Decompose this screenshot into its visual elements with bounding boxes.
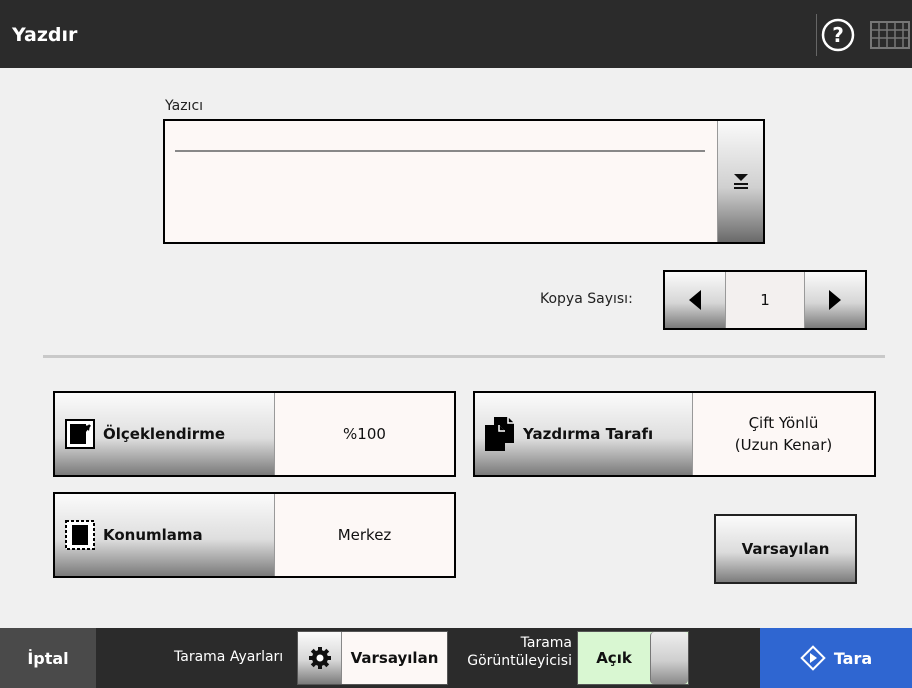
scan-viewer-label-line2: Görüntüleyicisi: [467, 653, 572, 669]
scaling-value: %100: [343, 425, 386, 443]
scan-viewer-label-line1: Tarama: [520, 635, 572, 651]
keyboard-button[interactable]: [868, 14, 912, 56]
scan-viewer-toggle[interactable]: Açık: [577, 631, 689, 685]
scan-settings-button[interactable]: Varsayılan: [297, 631, 448, 685]
scaling-icon: [65, 419, 95, 449]
copies-decrement-button[interactable]: [665, 272, 725, 328]
keyboard-icon: [870, 21, 910, 49]
scan-settings-label: Tarama Ayarları: [174, 649, 284, 665]
printer-dropdown-button[interactable]: [717, 121, 763, 242]
scaling-setting[interactable]: Ölçeklendirme %100: [53, 391, 456, 477]
cancel-button[interactable]: İptal: [0, 628, 96, 688]
printer-selected-item[interactable]: [175, 150, 705, 152]
copies-stepper[interactable]: 1: [663, 270, 867, 330]
printer-label: Yazıcı: [165, 98, 204, 114]
page-title: Yazdır: [12, 24, 78, 46]
positioning-value: Merkez: [337, 526, 392, 544]
print-side-value: Çift Yönlü (Uzun Kenar): [693, 393, 874, 475]
help-button[interactable]: ?: [816, 14, 858, 56]
positioning-icon: [65, 520, 95, 550]
list-dropdown-icon: [733, 173, 748, 189]
svg-text:?: ?: [832, 23, 844, 47]
title-bar: Yazdır ?: [0, 0, 912, 68]
scan-button-label: Tara: [833, 648, 873, 668]
positioning-button[interactable]: Konumlama: [55, 494, 275, 576]
print-side-button[interactable]: Yazdırma Tarafı: [475, 393, 693, 475]
positioning-label: Konumlama: [103, 526, 203, 544]
print-side-value-line1: Çift Yönlü: [748, 414, 819, 432]
help-icon: ?: [821, 18, 854, 52]
scan-viewer-label: Tarama Görüntüleyicisi: [458, 634, 572, 670]
scan-button[interactable]: Tara: [760, 628, 912, 688]
scaling-label: Ölçeklendirme: [103, 425, 226, 443]
scan-viewer-value: Açık: [596, 649, 632, 667]
scan-settings-value: Varsayılan: [350, 649, 439, 667]
default-settings-button[interactable]: Varsayılan: [714, 514, 857, 584]
scaling-button[interactable]: Ölçeklendirme: [55, 393, 275, 475]
printer-select[interactable]: [163, 119, 765, 244]
arrow-left-icon: [689, 290, 701, 310]
print-side-label: Yazdırma Tarafı: [523, 425, 654, 443]
arrow-right-icon: [829, 290, 841, 310]
duplex-pages-icon: [485, 417, 514, 451]
toggle-knob[interactable]: [650, 632, 688, 684]
section-divider: [43, 355, 885, 358]
scan-start-icon: [800, 645, 826, 671]
copies-label: Kopya Sayısı:: [540, 291, 633, 307]
footer-bar: İptal Tarama Ayarları Varsayılan Tarama …: [0, 628, 912, 688]
copies-increment-button[interactable]: [805, 272, 865, 328]
copies-value: 1: [725, 272, 805, 328]
gear-icon: [308, 647, 331, 669]
positioning-setting[interactable]: Konumlama Merkez: [53, 492, 456, 578]
print-side-value-line2: (Uzun Kenar): [734, 436, 833, 454]
print-side-setting[interactable]: Yazdırma Tarafı Çift Yönlü (Uzun Kenar): [473, 391, 876, 477]
scan-settings-gear[interactable]: [298, 632, 342, 684]
